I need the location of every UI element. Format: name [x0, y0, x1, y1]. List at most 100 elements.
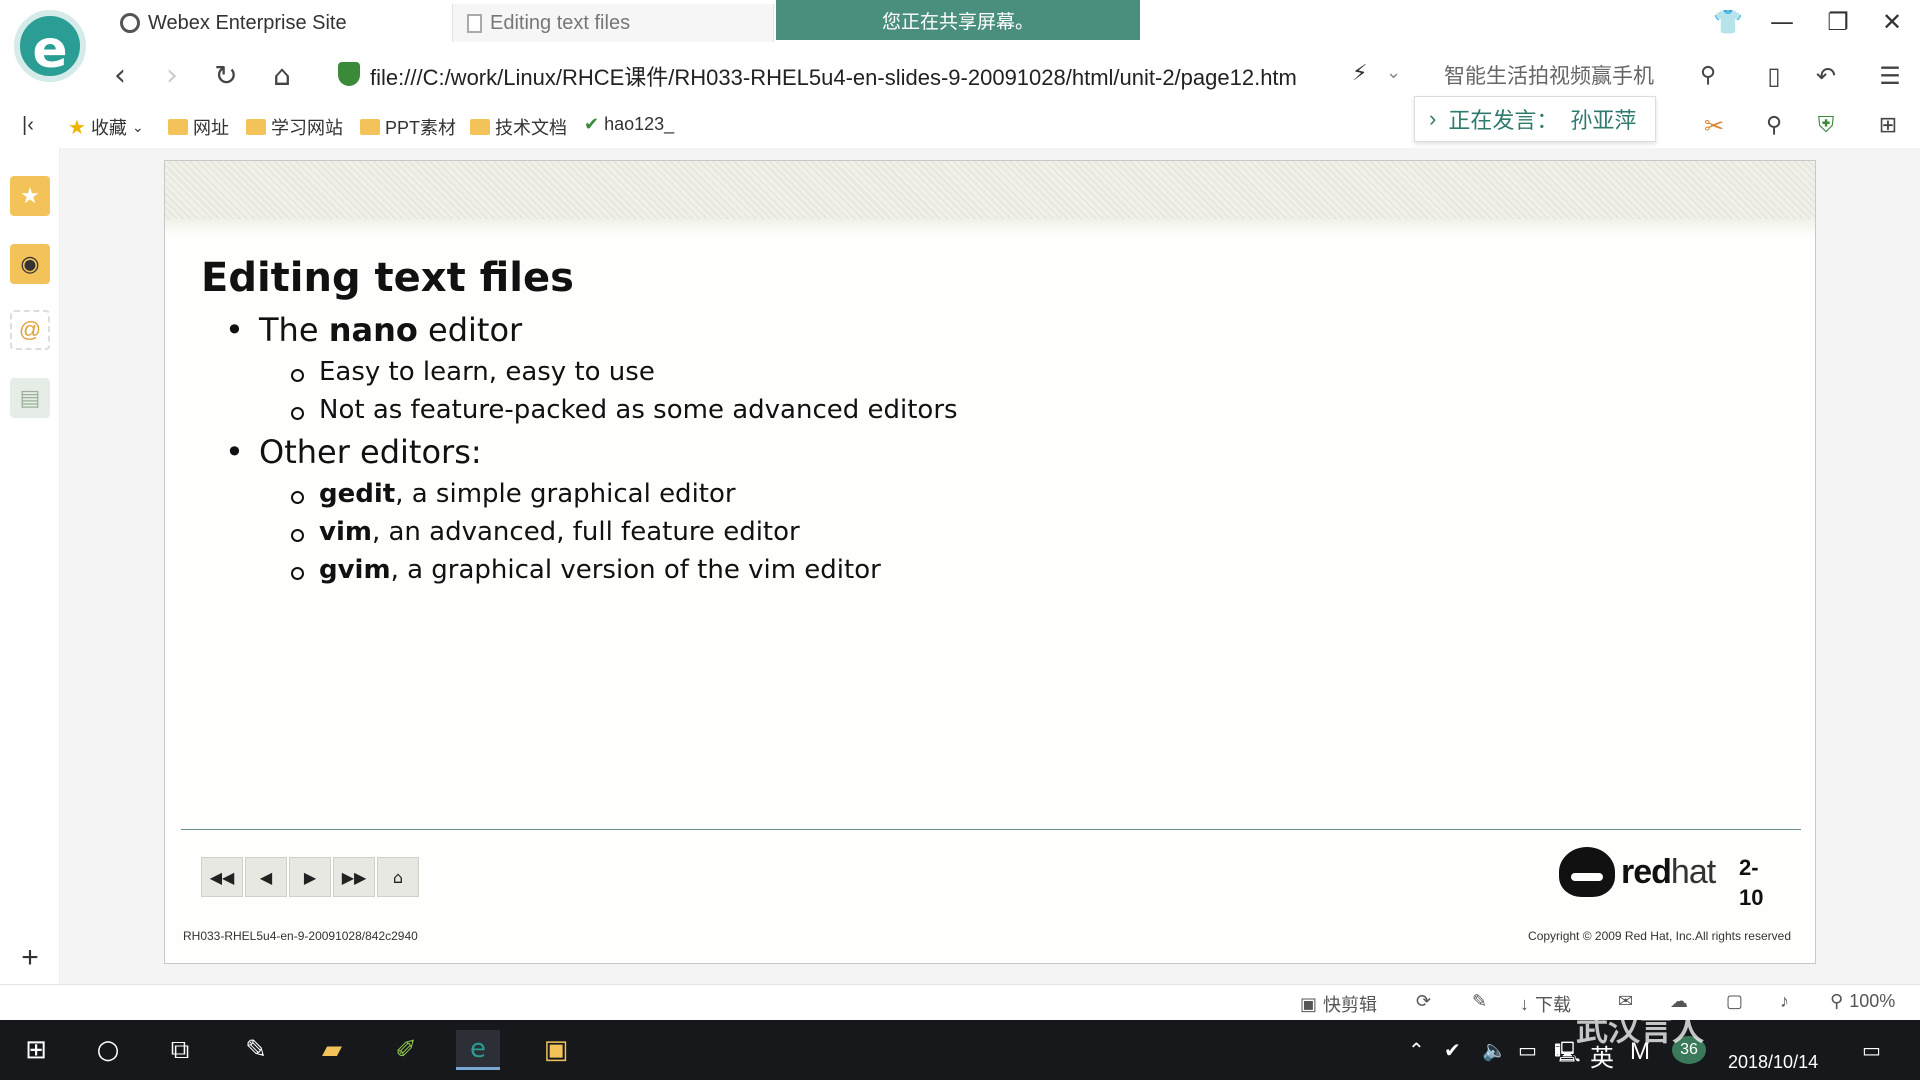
previous-slide-button[interactable]: ◀: [245, 857, 287, 897]
next-slide-button[interactable]: ▶: [289, 857, 331, 897]
bookmark-label: 收藏: [90, 118, 127, 138]
bullet-text: , an advanced, full feature editor: [371, 517, 800, 547]
task-view-icon[interactable]: ⧉: [158, 1030, 202, 1070]
back-button[interactable]: ‹: [100, 56, 140, 96]
video-watermark: 武汉言人: [1576, 1011, 1705, 1047]
active-speaker-indicator[interactable]: › 正在发言： 孙亚萍: [1414, 96, 1656, 142]
restore-button[interactable]: ❐: [1818, 6, 1858, 38]
app-icon[interactable]: ▣: [534, 1030, 578, 1070]
speaker-icon[interactable]: 🔈: [1482, 1038, 1507, 1063]
bullet-bold: nano: [328, 311, 418, 349]
browser-logo-icon[interactable]: e: [14, 10, 86, 82]
action-center-icon[interactable]: ▭: [1862, 1038, 1881, 1063]
chevron-up-icon[interactable]: ⌃: [1408, 1038, 1425, 1063]
zoom-control[interactable]: ⚲ 100%: [1830, 991, 1895, 1012]
home-button[interactable]: ⌂: [262, 56, 302, 96]
grid-icon[interactable]: ⊞: [1868, 106, 1908, 146]
first-slide-button[interactable]: ◀◀: [201, 857, 243, 897]
security-tray-icon[interactable]: ✔: [1444, 1038, 1461, 1063]
home-icon[interactable]: ⌂: [377, 857, 419, 897]
bullet-nano: The nano editor: [225, 311, 523, 349]
download-button[interactable]: ↓ 下载: [1520, 991, 1571, 1017]
logo-text-light: hat: [1670, 853, 1716, 891]
skin-icon[interactable]: 👕: [1708, 6, 1748, 38]
chat-app-icon[interactable]: ✎: [234, 1030, 278, 1070]
speedup-icon[interactable]: ⟳: [1416, 991, 1431, 1012]
favorites-star-icon[interactable]: ★: [10, 176, 50, 216]
folder-icon: [360, 119, 380, 135]
search-icon[interactable]: ⚲: [1688, 56, 1728, 96]
bookmark-folder[interactable]: PPT素材: [360, 114, 456, 140]
forward-button[interactable]: ›: [152, 56, 192, 96]
tools-icon[interactable]: ✎: [1472, 991, 1487, 1012]
browser-app-icon[interactable]: e: [456, 1030, 500, 1070]
search-circle-icon[interactable]: ○: [86, 1030, 130, 1070]
tablet-icon[interactable]: ▯: [1754, 56, 1794, 96]
shield-icon[interactable]: [338, 62, 360, 86]
bullet-bold: gvim: [319, 555, 391, 585]
undo-icon[interactable]: ↶: [1806, 56, 1846, 96]
bookmark-favorites[interactable]: ★ 收藏 ⌄: [68, 114, 144, 140]
shield-icon[interactable]: ⛨: [1806, 106, 1846, 146]
refresh-button[interactable]: ↻: [206, 56, 246, 96]
speaking-label: 正在发言：: [1448, 108, 1559, 133]
window-icon[interactable]: ▢: [1726, 991, 1743, 1012]
tab-webex[interactable]: Webex Enterprise Site: [106, 4, 446, 42]
slide: Editing text files The nano editor Easy …: [164, 160, 1816, 964]
file-explorer-icon[interactable]: ▰: [310, 1030, 354, 1070]
download-icon: ↓: [1520, 993, 1529, 1014]
menu-icon[interactable]: ☰: [1870, 56, 1910, 96]
chevron-down-icon: ⌄: [131, 118, 144, 135]
tab-label: Webex Enterprise Site: [148, 11, 347, 34]
bookmark-folder[interactable]: 网址: [168, 114, 229, 140]
quick-edit-button[interactable]: ▣ 快剪辑: [1300, 991, 1377, 1017]
windows-start-icon[interactable]: ⊞: [14, 1030, 58, 1070]
slide-title: Editing text files: [201, 255, 574, 301]
add-icon[interactable]: +: [10, 938, 50, 978]
notes-icon[interactable]: ▤: [10, 378, 50, 418]
redhat-logo-icon: [1559, 847, 1615, 897]
bookmark-folder[interactable]: 技术文档: [470, 114, 567, 140]
bookmark-label: PPT素材: [385, 118, 457, 138]
page-number-page: 10: [1739, 885, 1764, 910]
status-label: 快剪辑: [1323, 995, 1378, 1015]
screen-share-banner[interactable]: 您正在共享屏幕。: [776, 0, 1140, 40]
bullet-text: The: [259, 311, 329, 349]
bullet-text: , a graphical version of the vim editor: [390, 555, 881, 585]
page-number: 2- 10: [1739, 853, 1779, 913]
search-promo[interactable]: 智能生活拍视频赢手机: [1444, 60, 1654, 90]
close-button[interactable]: ✕: [1872, 6, 1912, 38]
footer-divider: [181, 829, 1801, 830]
slide-header-band: [165, 161, 1815, 237]
redhat-logo-text: redhat: [1621, 853, 1716, 892]
clock-date[interactable]: 2018/10/14: [1728, 1052, 1818, 1073]
url-field[interactable]: file:///C:/work/Linux/RHCE课件/RH033-RHEL5…: [370, 60, 1297, 92]
lightning-icon[interactable]: ⚡: [1352, 60, 1367, 86]
subbullet: gedit, a simple graphical editor: [291, 479, 736, 509]
folder-icon: [470, 119, 490, 135]
page-number-unit: 2-: [1739, 855, 1759, 880]
bookmark-folder[interactable]: 学习网站: [246, 114, 343, 140]
folder-icon: [246, 119, 266, 135]
folder-icon: [168, 119, 188, 135]
magnifier-icon[interactable]: ⚲: [1754, 106, 1794, 146]
collapse-sidebar-icon[interactable]: |‹: [22, 114, 34, 137]
bookmark-hao123[interactable]: ✔ hao123_: [584, 114, 674, 135]
tab-editing-text-files[interactable]: Editing text files: [452, 4, 774, 42]
weibo-icon[interactable]: ◉: [10, 244, 50, 284]
last-slide-button[interactable]: ▶▶: [333, 857, 375, 897]
star-icon: ★: [68, 116, 86, 139]
webex-icon: [120, 13, 140, 33]
slide-id: RH033-RHEL5u4-en-9-20091028/842c2940: [183, 929, 418, 943]
video-edit-icon: ▣: [1300, 993, 1318, 1014]
battery-icon[interactable]: ▭: [1518, 1038, 1537, 1063]
email-icon[interactable]: @: [10, 310, 50, 350]
minimize-button[interactable]: —: [1762, 6, 1802, 38]
left-sidebar: ★ ◉ @ ▤ +: [0, 148, 60, 984]
speaker-name: 孙亚萍: [1570, 108, 1637, 133]
notepad-app-icon[interactable]: ✐: [384, 1030, 428, 1070]
chevron-down-icon[interactable]: ⌄: [1386, 62, 1401, 83]
scissors-icon[interactable]: ✂: [1694, 106, 1734, 146]
volume-icon[interactable]: ♪: [1780, 991, 1789, 1012]
bullet-text: editor: [417, 311, 523, 349]
